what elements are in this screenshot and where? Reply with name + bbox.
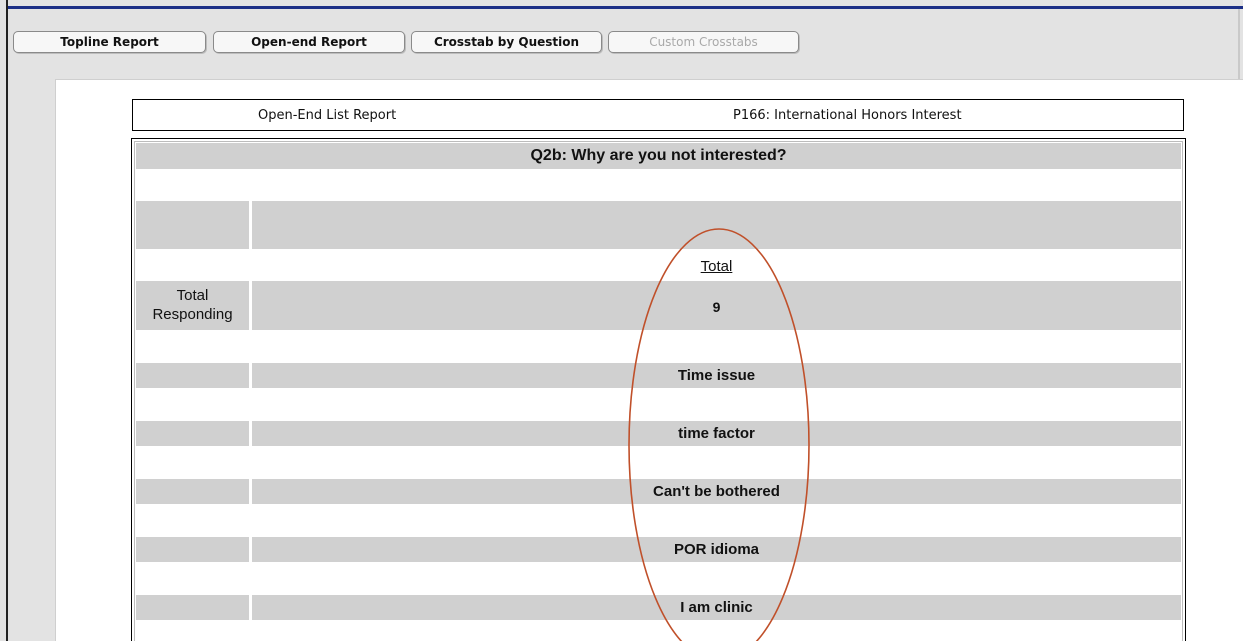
- response-row-blank-cell: [136, 479, 249, 504]
- total-responding-label: Total Responding: [152, 287, 233, 323]
- response-text: Can't be bothered: [653, 483, 780, 500]
- response-row-blank-cell: [136, 363, 249, 388]
- crosstab-by-question-button[interactable]: Crosstab by Question: [411, 31, 602, 53]
- response-row-blank-cell: [136, 537, 249, 562]
- header-blank-cell-left: [136, 201, 249, 249]
- column-header-total: Total: [700, 258, 733, 275]
- response-text: Time issue: [677, 367, 756, 384]
- window-top-rule: [8, 6, 1243, 9]
- topline-report-button[interactable]: Topline Report: [13, 31, 206, 53]
- custom-crosstabs-button: Custom Crosstabs: [608, 31, 799, 53]
- response-row-blank-cell: [136, 595, 249, 620]
- project-title: P166: International Honors Interest: [733, 108, 962, 123]
- question-title: Q2b: Why are you not interested?: [530, 147, 787, 164]
- response-text: I am clinic: [680, 599, 753, 616]
- response-text: POR idioma: [673, 541, 759, 558]
- response-row-blank-cell: [136, 421, 249, 446]
- report-type-label: Open-End List Report: [258, 108, 397, 123]
- window-left-border: [6, 0, 8, 641]
- header-blank-cell-right: [252, 201, 1181, 249]
- report-window: Topline Report Open-end Report Crosstab …: [0, 0, 1243, 641]
- total-responding-value: 9: [712, 299, 721, 315]
- open-end-report-button[interactable]: Open-end Report: [213, 31, 405, 53]
- response-text: time factor: [678, 425, 755, 442]
